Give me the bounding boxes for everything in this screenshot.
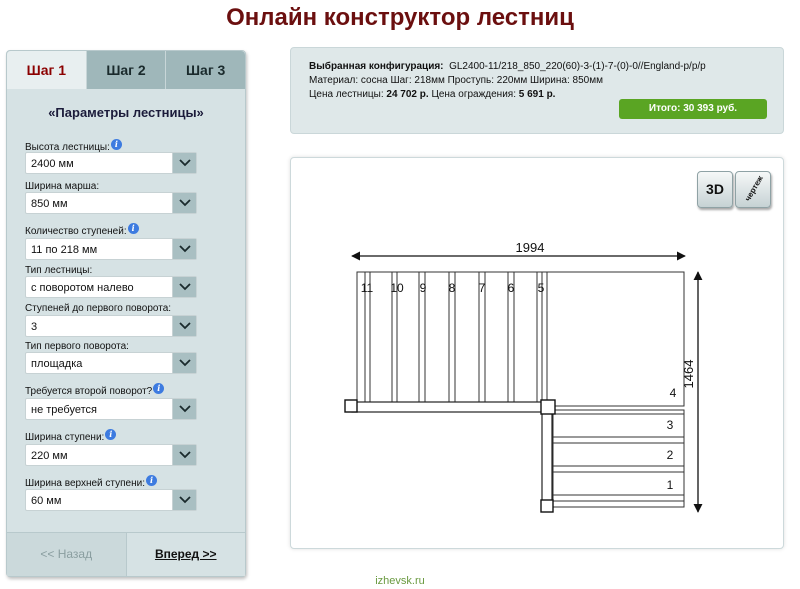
drawing-area <box>290 157 784 549</box>
first-turn-type-label: Тип первого поворота: <box>25 341 129 352</box>
chevron-down-icon[interactable] <box>172 277 196 297</box>
stair-height-value: 2400 мм <box>31 158 74 170</box>
stair-price: 24 702 р. <box>386 89 429 100</box>
config-code: GL2400-11/218_850_220(60)-3-(1)-7-(0)-0/… <box>449 61 706 72</box>
second-turn-label: Требуется второй поворот? i <box>25 383 165 397</box>
chevron-down-icon[interactable] <box>172 153 196 173</box>
step-tabs: Шаг 1 Шаг 2 Шаг 3 <box>7 51 246 89</box>
configuration-summary: Выбранная конфигурация: GL2400-11/218_85… <box>290 47 784 134</box>
chevron-down-icon[interactable] <box>172 316 196 336</box>
back-button[interactable]: << Назад <box>7 533 127 576</box>
next-button[interactable]: Вперед >> <box>126 533 245 576</box>
material-line: Материал: сосна Шаг: 218мм Проступь: 220… <box>309 75 603 86</box>
step-width-label: Ширина ступени: i <box>25 429 117 443</box>
chevron-down-icon[interactable] <box>172 239 196 259</box>
steps-count-label: Количество ступеней: i <box>25 223 139 237</box>
steps-before-turn-label: Ступеней до первого поворота: <box>25 303 172 314</box>
chevron-down-icon[interactable] <box>172 193 196 213</box>
railing-price: 5 691 р. <box>518 89 556 100</box>
top-step-width-select[interactable]: 60 мм <box>25 489 197 511</box>
step-width-select[interactable]: 220 мм <box>25 444 197 466</box>
march-width-value: 850 мм <box>31 198 68 210</box>
price-line: Цена лестницы: 24 702 р. Цена ограждения… <box>309 89 556 100</box>
tab-step-2[interactable]: Шаг 2 <box>85 51 166 89</box>
chevron-down-icon[interactable] <box>172 399 196 419</box>
stair-type-select[interactable]: с поворотом налево <box>25 276 197 298</box>
chevron-down-icon[interactable] <box>172 490 196 510</box>
drawing-button-label: чертеж <box>743 174 765 203</box>
tab-step-3[interactable]: Шаг 3 <box>165 51 246 89</box>
second-turn-select[interactable]: не требуется <box>25 398 197 420</box>
steps-before-turn-value: 3 <box>31 321 38 333</box>
march-width-select[interactable]: 850 мм <box>25 192 197 214</box>
steps-count-value: 11 по 218 мм <box>31 244 98 256</box>
info-icon[interactable]: i <box>105 429 117 440</box>
footer-site: izhevsk.ru <box>375 575 425 587</box>
stair-height-label: Высота лестницы: i <box>25 139 122 153</box>
config-line: Выбранная конфигурация: GL2400-11/218_85… <box>309 61 706 72</box>
march-width-label: Ширина марша: <box>25 181 100 192</box>
first-turn-type-value: площадка <box>31 358 83 370</box>
info-icon[interactable]: i <box>127 223 139 234</box>
tab-step-1[interactable]: Шаг 1 <box>7 51 86 89</box>
parameters-panel: Шаг 1 Шаг 2 Шаг 3 «Параметры лестницы» В… <box>6 50 246 577</box>
page-title: Онлайн конструктор лестниц <box>226 4 574 31</box>
view-drawing-button[interactable]: чертеж <box>735 171 771 208</box>
top-step-width-value: 60 мм <box>31 495 62 507</box>
info-icon[interactable]: i <box>145 475 157 486</box>
step-width-value: 220 мм <box>31 450 68 462</box>
stair-type-label: Тип лестницы: <box>25 265 93 276</box>
stair-type-value: с поворотом налево <box>31 282 134 294</box>
first-turn-type-select[interactable]: площадка <box>25 352 197 374</box>
view-3d-button[interactable]: 3D <box>697 171 733 208</box>
steps-count-select[interactable]: 11 по 218 мм <box>25 238 197 260</box>
step-navigation: << Назад Вперед >> <box>7 532 245 576</box>
chevron-down-icon[interactable] <box>172 353 196 373</box>
second-turn-value: не требуется <box>31 404 97 416</box>
chevron-down-icon[interactable] <box>172 445 196 465</box>
steps-before-turn-select[interactable]: 3 <box>25 315 197 337</box>
top-step-width-label: Ширина верхней ступени: i <box>25 475 157 489</box>
info-icon[interactable]: i <box>153 383 165 394</box>
stair-height-select[interactable]: 2400 мм <box>25 152 197 174</box>
total-price-badge: Итого: 30 393 руб. <box>619 99 767 119</box>
info-icon[interactable]: i <box>110 139 122 150</box>
panel-heading: «Параметры лестницы» <box>48 105 204 120</box>
